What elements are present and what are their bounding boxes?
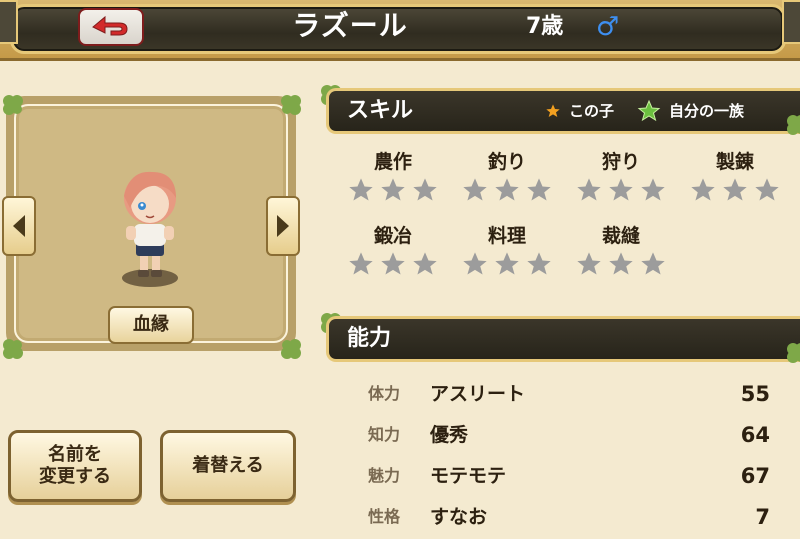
skill-stars — [338, 176, 448, 204]
character-name: ラズール — [292, 9, 408, 42]
clover-icon — [281, 95, 301, 115]
stat-label: 体力 — [368, 384, 401, 403]
star-icon — [641, 178, 665, 201]
skill-name: 釣り — [487, 151, 526, 173]
skill-name: 料理 — [487, 225, 526, 247]
skill-item: 裁縫 — [566, 222, 676, 278]
skill-name: 狩り — [601, 151, 640, 173]
legend-family-label: 自分の一族 — [669, 102, 745, 120]
stat-value: 55 — [740, 382, 770, 406]
star-icon — [755, 178, 779, 201]
skill-name: 裁縫 — [601, 225, 640, 247]
header-corner-left — [0, 0, 18, 44]
stat-value: 64 — [740, 423, 770, 447]
stat-label: 知力 — [368, 425, 401, 444]
star-icon — [495, 178, 519, 201]
right-arrow-icon — [277, 215, 289, 237]
stat-description: モテモテ — [430, 465, 507, 487]
skill-stars — [680, 176, 790, 204]
stat-label: 性格 — [368, 507, 401, 526]
back-arrow-icon — [92, 15, 128, 36]
left-arrow-icon — [13, 215, 25, 237]
skill-item: 製錬 — [680, 148, 790, 204]
star-icon — [413, 252, 437, 275]
skill-item: 農作 — [338, 148, 448, 204]
star-icon — [349, 252, 373, 275]
clover-icon — [281, 339, 301, 359]
star-icon — [577, 252, 601, 275]
star-icon — [577, 178, 601, 201]
clover-icon — [3, 339, 23, 359]
stat-row-personality: 性格 すなお 7 — [326, 497, 800, 537]
skills-header: スキル この子 自分の一族 — [326, 88, 800, 134]
abilities-title: 能力 — [347, 326, 392, 351]
star-icon — [723, 178, 747, 201]
skill-stars — [566, 250, 676, 278]
star-icon — [609, 252, 633, 275]
prev-character-button[interactable] — [2, 196, 36, 256]
change-clothes-button[interactable]: 着替える — [160, 430, 296, 502]
stat-row-stamina: 体力 アスリート 55 — [326, 374, 800, 414]
stat-value: 7 — [755, 505, 770, 529]
star-icon — [609, 178, 633, 201]
skill-name: 製錬 — [715, 151, 754, 173]
star-icon — [641, 252, 665, 275]
abilities-header: 能力 — [326, 316, 800, 362]
rename-button[interactable]: 名前を 変更する — [8, 430, 142, 502]
skill-name: 農作 — [373, 151, 412, 173]
star-family-icon — [637, 99, 661, 122]
stat-value: 67 — [740, 464, 770, 488]
star-self-icon — [546, 104, 560, 117]
star-icon — [495, 252, 519, 275]
star-icon — [463, 178, 487, 201]
star-icon — [463, 252, 487, 275]
stat-row-charm: 魅力 モテモテ 67 — [326, 456, 800, 496]
skill-stars — [566, 176, 676, 204]
skill-stars — [452, 176, 562, 204]
back-button[interactable] — [78, 8, 144, 46]
gender-male-icon: ♂ — [596, 12, 620, 42]
character-age: 7歳 — [526, 14, 564, 39]
skill-item: 料理 — [452, 222, 562, 278]
star-icon — [413, 178, 437, 201]
skill-stars — [452, 250, 562, 278]
skills-title: スキル — [347, 98, 414, 123]
stat-description: 優秀 — [430, 424, 469, 446]
skill-name: 鍛冶 — [373, 225, 412, 247]
skill-item: 鍛冶 — [338, 222, 448, 278]
clover-icon — [3, 95, 23, 115]
star-icon — [527, 252, 551, 275]
stat-description: アスリート — [430, 383, 526, 405]
skill-item: 釣り — [452, 148, 562, 204]
skill-item: 狩り — [566, 148, 676, 204]
star-icon — [691, 178, 715, 201]
star-icon — [349, 178, 373, 201]
legend-self-label: この子 — [569, 102, 615, 120]
clover-icon — [787, 115, 800, 135]
character-avatar — [122, 171, 178, 287]
star-icon — [527, 178, 551, 201]
star-icon — [381, 252, 405, 275]
skill-stars — [338, 250, 448, 278]
clover-icon — [787, 343, 800, 363]
stat-description: すなお — [430, 506, 488, 528]
header-corner-right — [782, 0, 800, 44]
stat-label: 魅力 — [368, 466, 401, 485]
lineage-button[interactable]: 血縁 — [108, 306, 194, 344]
next-character-button[interactable] — [266, 196, 300, 256]
stat-row-intellect: 知力 優秀 64 — [326, 415, 800, 455]
star-icon — [381, 178, 405, 201]
